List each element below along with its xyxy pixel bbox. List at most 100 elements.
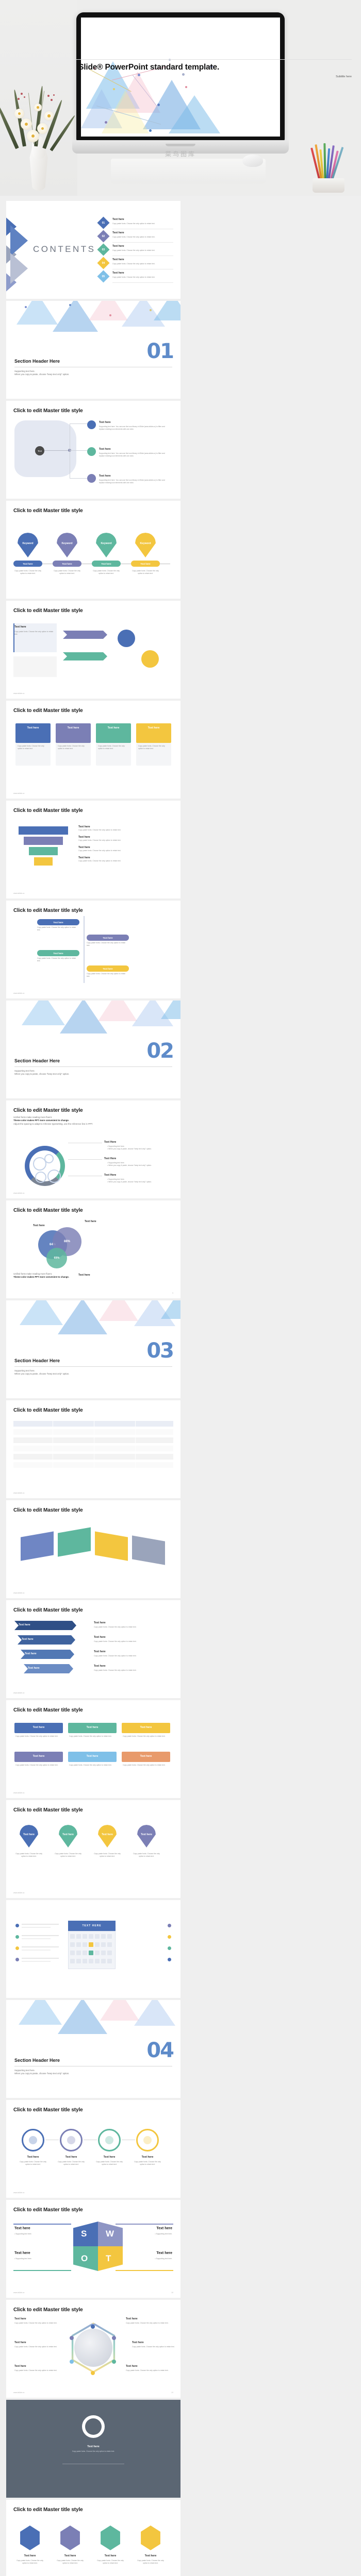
calendar-day[interactable] (101, 1959, 106, 1963)
calendar-day[interactable] (95, 1951, 100, 1955)
contents-item-desc: Copy paste fonts. Choose the only option… (112, 236, 155, 238)
slide-section-02[interactable]: 02 Section Header Here Supporting text h… (6, 1001, 180, 1098)
section-supporting: Supporting text here. When you copy & pa… (14, 1369, 69, 1376)
step-desc: Copy paste fonts. Choose the only option… (94, 1626, 137, 1628)
swot-letter: W (106, 2229, 114, 2239)
swot-quad-title: Text here (156, 2227, 172, 2230)
calendar-day[interactable] (101, 1951, 106, 1955)
slide-pin-timeline[interactable]: Click to edit Master title style Keyword… (6, 501, 180, 599)
calendar-day[interactable] (83, 1934, 87, 1939)
slide-isometric-blocks[interactable]: Click to edit Master title style www.isl… (6, 1500, 180, 1598)
calendar-day[interactable] (107, 1959, 112, 1963)
chain-desc: Copy paste fonts. Choose the only option… (96, 2161, 123, 2166)
chain-desc: Copy paste fonts. Choose the only option… (20, 2161, 46, 2166)
swot-quad-desc: • Supporting text here. (155, 2233, 172, 2235)
slide-donut-bubbles[interactable]: Click to edit Master title style Unified… (6, 1100, 180, 1198)
calendar-day[interactable] (70, 1934, 75, 1939)
slide-footer: www.islide.cc (13, 1192, 25, 1194)
calendar-day[interactable] (101, 1942, 106, 1947)
hexagon-shape (60, 2526, 80, 2550)
teardrop-desc: Copy paste fonts. Choose the only option… (94, 1853, 121, 1858)
table-row[interactable] (13, 1429, 173, 1435)
slide-map-diagram[interactable]: Click to edit Master title style Text Te… (6, 401, 180, 499)
calendar-day[interactable] (89, 1942, 93, 1947)
chain-title: Text here (65, 2156, 77, 2159)
calendar-day[interactable] (76, 1959, 81, 1963)
table-row[interactable] (13, 1462, 173, 1468)
step-label: Text here (22, 1638, 34, 1641)
slide-color-boxes[interactable]: Click to edit Master title style Text he… (6, 1700, 180, 1798)
hex-label-desc: Copy paste fonts. Choose the only option… (14, 2369, 57, 2371)
slide-step-ladder[interactable]: Click to edit Master title style Text he… (6, 901, 180, 998)
slide-hex-icons[interactable]: Click to edit Master title style Text he… (6, 2500, 180, 2576)
calendar-day[interactable] (107, 1951, 112, 1955)
contents-diamond: 02 (97, 230, 110, 243)
calendar-day[interactable] (95, 1934, 100, 1939)
calendar-bullet (168, 1946, 171, 1950)
box-desc: Copy paste fonts. Choose the only option… (15, 1735, 58, 1737)
keep-text-line: When you copy & paste, choose "keep text… (14, 2072, 70, 2075)
calendar-day[interactable] (76, 1934, 81, 1939)
ladder-pill: Text here (87, 935, 129, 941)
contents-diamond: 03 (97, 243, 110, 256)
step-desc: Copy paste fonts. Choose the only option… (94, 1655, 137, 1657)
calendar-day[interactable] (95, 1942, 100, 1947)
table-row[interactable] (13, 1446, 173, 1451)
calendar-day[interactable] (89, 1959, 93, 1963)
slide-contents[interactable]: CONTENTS 01 Text here Copy paste fonts. … (6, 201, 180, 299)
slide-table[interactable]: Click to edit Master title style www.isl… (6, 1400, 180, 1498)
theme-color-line: Theme color makes PPT more convenient to… (13, 1276, 69, 1279)
slide-section-03[interactable]: 03 Section Header Here Supporting text h… (6, 1300, 180, 1398)
calendar-day[interactable] (83, 1959, 87, 1963)
table-row[interactable] (13, 1454, 173, 1460)
teardrop-marker: Text here (98, 1825, 117, 1848)
calendar-bullet (15, 1946, 19, 1950)
slide-teardrop-markers[interactable]: Click to edit Master title style Text he… (6, 1800, 180, 1898)
chain-desc: Copy paste fonts. Choose the only option… (134, 2161, 161, 2166)
slide-section-04[interactable]: 04 Section Header Here Supporting text h… (6, 2000, 180, 2098)
hero-slide-subtitle: Subtitle here (336, 75, 352, 78)
slide-circle-chain[interactable]: Click to edit Master title style Text he… (6, 2100, 180, 2198)
slide-blue-steps[interactable]: Click to edit Master title style Text he… (6, 1600, 180, 1698)
slide-swot[interactable]: Click to edit Master title style S W O T Te… (6, 2200, 180, 2298)
slide-venn[interactable]: Click to edit Master title style 64% 88%… (6, 1200, 180, 1298)
calendar-day[interactable] (101, 1934, 106, 1939)
product-preview-page: iSlide® PowerPoint standard template. Su… (0, 0, 361, 2576)
funnel-desc: Copy paste fonts. Choose the only option… (78, 860, 121, 862)
funnel-title: Text here (78, 836, 90, 839)
calendar-day[interactable] (83, 1942, 87, 1947)
calendar-day[interactable] (70, 1951, 75, 1955)
donut-desc: • Supporting text here. • When you copy &… (107, 1145, 152, 1150)
contents-heading: CONTENTS (33, 244, 96, 254)
calendar-day[interactable] (107, 1942, 112, 1947)
calendar-day[interactable] (95, 1959, 100, 1963)
slide-section-01[interactable]: 01 Section Header Here Supporting text h… (6, 301, 180, 399)
pencil-cup (307, 141, 349, 193)
calendar-day[interactable] (76, 1951, 81, 1955)
step-label: Text here (19, 1623, 30, 1626)
slide-card-row[interactable]: Click to edit Master title style Text he… (6, 701, 180, 799)
teardrop-desc: Copy paste fonts. Choose the only option… (55, 1853, 81, 1858)
table-row[interactable] (13, 1437, 173, 1443)
calendar-day[interactable] (89, 1951, 93, 1955)
slide-title: Click to edit Master title style (13, 1507, 83, 1513)
section-polygon-art (6, 1001, 180, 1041)
slide-footer: www.islide.cc (13, 2392, 25, 2394)
slide-process-arrow[interactable]: Click to edit Master title style Text he… (6, 601, 180, 699)
section-number: 01 (146, 340, 174, 363)
calendar-day[interactable] (70, 1942, 75, 1947)
slide-dark-badge[interactable]: Text here Copy paste fonts. Choose the o… (6, 2400, 180, 2498)
calendar-day[interactable] (107, 1934, 112, 1939)
table-row[interactable] (13, 1421, 173, 1427)
calendar-day[interactable] (70, 1959, 75, 1963)
ladder-desc: Copy paste fonts. Choose the only option… (37, 926, 76, 931)
slide-globe-hexagon[interactable]: Click to edit Master title style Text he… (6, 2300, 180, 2398)
slide-title: Click to edit Master title style (13, 2307, 83, 2313)
slide-title: Click to edit Master title style (13, 808, 83, 814)
calendar-day[interactable] (76, 1942, 81, 1947)
slide-calendar[interactable]: TEXT HERE (6, 1900, 180, 1998)
calendar-day[interactable] (83, 1951, 87, 1955)
hex-icon-title: Text here (64, 2554, 76, 2557)
slide-funnel[interactable]: Click to edit Master title style Text he… (6, 801, 180, 899)
calendar-day[interactable] (89, 1934, 93, 1939)
